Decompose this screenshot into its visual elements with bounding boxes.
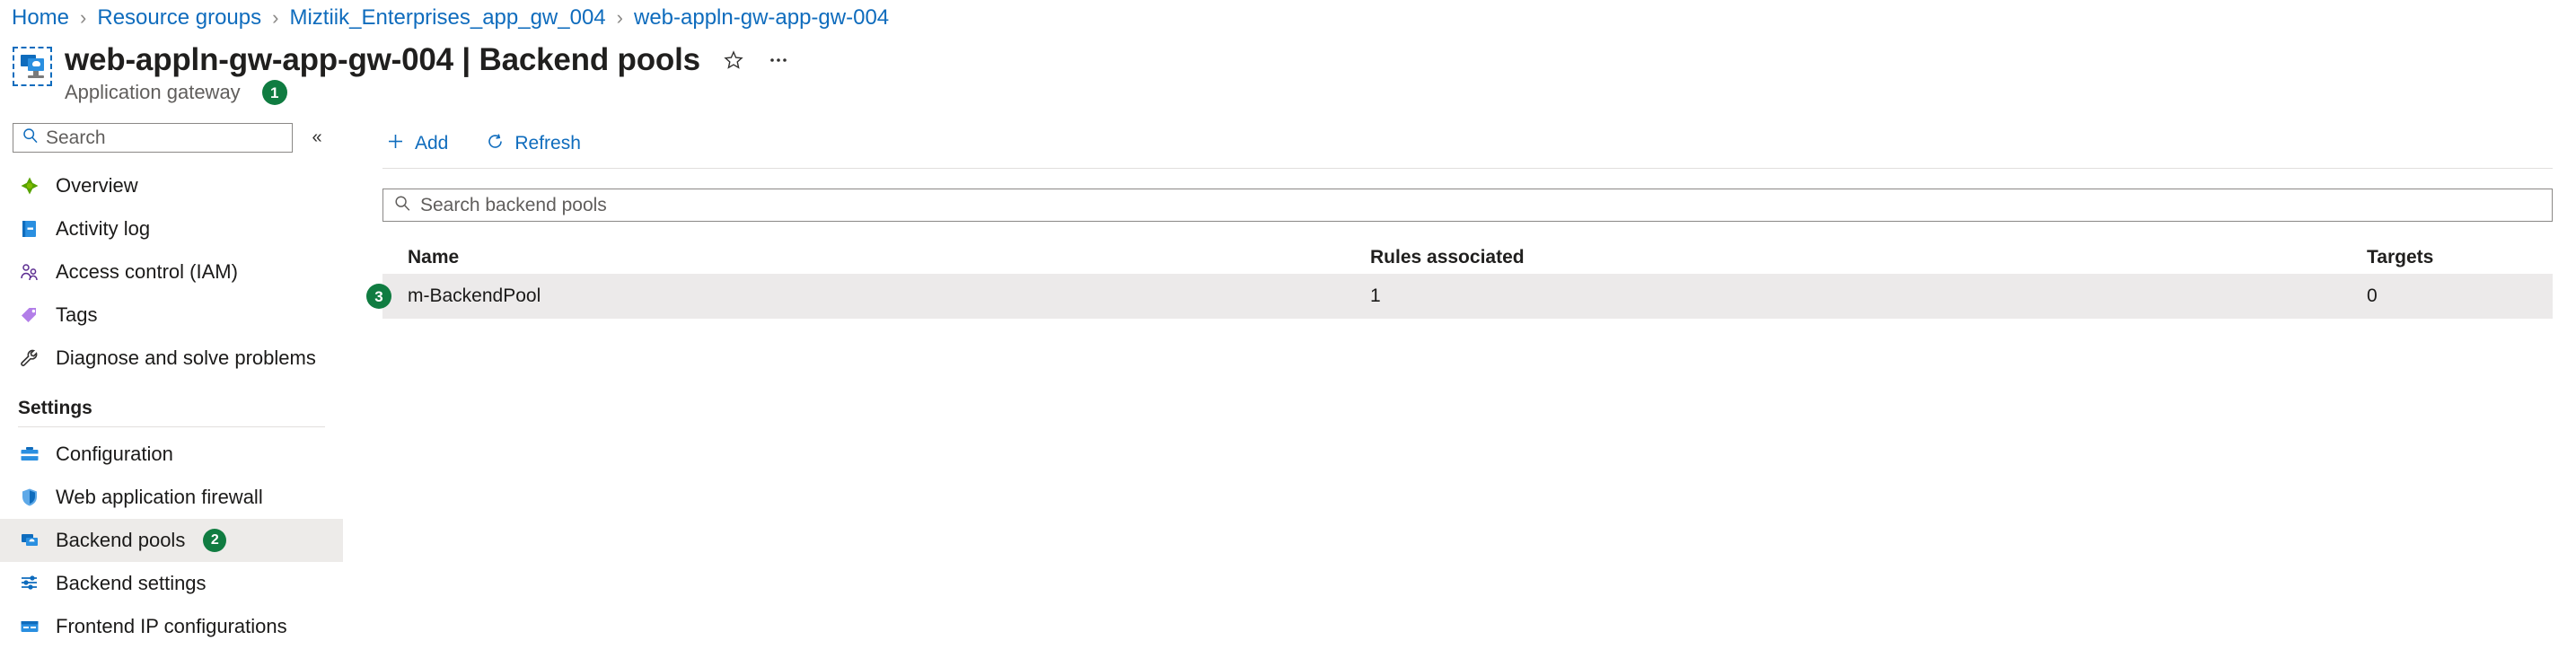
sidebar-item-frontend-ip-configurations[interactable]: Frontend IP configurations	[0, 605, 343, 648]
sidebar-item-access-control[interactable]: Access control (IAM)	[0, 250, 343, 294]
sidebar-item-tags[interactable]: Tags	[0, 294, 343, 337]
sidebar-item-label: Overview	[56, 174, 138, 197]
table-row[interactable]: 3 m-BackendPool 1 0	[366, 274, 2553, 319]
sidebar-item-backend-pools[interactable]: Backend pools 2	[0, 519, 343, 562]
column-header-targets[interactable]: Targets	[2367, 247, 2546, 268]
sidebar-item-label: Frontend IP configurations	[56, 615, 287, 637]
backend-pool-search-field[interactable]	[420, 194, 2552, 216]
tags-icon	[18, 303, 41, 327]
star-outline-icon[interactable]	[720, 47, 747, 74]
cell-name[interactable]: m-BackendPool	[382, 285, 1370, 307]
sidebar-nav-list: Overview Activity log Access control (IA…	[0, 164, 343, 648]
collapse-sidebar-icon[interactable]: «	[305, 127, 329, 150]
backend-pools-table: Name Rules associated Targets 3 m-Backen…	[366, 241, 2553, 319]
sidebar-item-diagnose[interactable]: Diagnose and solve problems	[0, 337, 343, 380]
breadcrumb-item-home[interactable]: Home	[12, 5, 69, 31]
sidebar-item-configuration[interactable]: Configuration	[0, 433, 343, 476]
frontend-ip-icon	[18, 615, 41, 638]
step-badge-1: 1	[261, 80, 287, 105]
step-badge-3: 3	[366, 284, 391, 309]
search-icon	[22, 127, 40, 149]
sidebar-item-label: Configuration	[56, 443, 173, 465]
overview-icon	[18, 174, 41, 197]
sidebar-item-label: Backend pools	[56, 529, 186, 551]
main-content: Add Refresh Name Rules associated Target…	[359, 123, 2576, 658]
page-title: web-appln-gw-app-gw-004 | Backend pools	[65, 42, 700, 77]
refresh-button-label: Refresh	[514, 133, 581, 154]
breadcrumb-item-gateway[interactable]: web-appln-gw-app-gw-004	[634, 5, 889, 31]
table-header-row: Name Rules associated Targets	[382, 241, 2553, 274]
command-bar-divider	[382, 168, 2553, 169]
sidebar-item-label: Diagnose and solve problems	[56, 347, 316, 369]
search-input[interactable]	[13, 123, 293, 153]
sidebar-item-label: Tags	[56, 303, 98, 326]
cell-targets: 0	[2367, 285, 2378, 306]
cell-rules-associated: 1	[1370, 285, 1381, 306]
breadcrumb: Home › Resource groups › Miztiik_Enterpr…	[12, 5, 889, 31]
backend-pool-search-input[interactable]	[382, 189, 2553, 222]
breadcrumb-separator: ›	[80, 6, 87, 29]
sidebar-item-label: Web application firewall	[56, 486, 263, 508]
sidebar-item-overview[interactable]: Overview	[0, 164, 343, 207]
activity-log-icon	[18, 217, 41, 241]
column-header-name[interactable]: Name	[382, 247, 1370, 268]
refresh-icon	[486, 132, 505, 156]
sidebar-item-activity-log[interactable]: Activity log	[0, 207, 343, 250]
step-badge-2: 2	[203, 529, 227, 552]
breadcrumb-separator: ›	[616, 6, 623, 29]
search-icon	[393, 194, 412, 217]
add-button[interactable]: Add	[382, 126, 452, 162]
backend-settings-icon	[18, 572, 41, 595]
plus-icon	[386, 132, 405, 156]
column-header-rules-associated[interactable]: Rules associated	[1370, 247, 2367, 268]
sidebar-item-backend-settings[interactable]: Backend settings	[0, 562, 343, 605]
page-header: web-appln-gw-app-gw-004 | Backend pools …	[13, 41, 792, 105]
ellipsis-icon[interactable]	[765, 47, 792, 74]
sidebar-group-settings: Settings	[18, 398, 92, 418]
refresh-button[interactable]: Refresh	[482, 126, 585, 162]
sidebar-item-label: Access control (IAM)	[56, 260, 238, 283]
shield-icon	[18, 486, 41, 509]
page-subtitle: Application gateway	[65, 81, 241, 103]
sidebar-search-row: «	[0, 123, 343, 153]
sidebar-item-label: Backend settings	[56, 572, 207, 594]
application-gateway-icon	[13, 47, 52, 86]
breadcrumb-separator: ›	[272, 6, 279, 29]
wrench-icon	[18, 347, 41, 370]
search-field[interactable]	[46, 127, 292, 149]
breadcrumb-item-resource-groups[interactable]: Resource groups	[97, 5, 261, 31]
sidebar-item-web-application-firewall[interactable]: Web application firewall	[0, 476, 343, 519]
command-bar: Add Refresh	[359, 123, 2576, 164]
sidebar-item-label: Activity log	[56, 217, 151, 240]
backend-pools-icon	[18, 529, 41, 552]
add-button-label: Add	[415, 133, 449, 154]
configuration-icon	[18, 443, 41, 466]
sidebar: « Overview Activity log	[0, 123, 343, 658]
breadcrumb-item-resource-group[interactable]: Miztiik_Enterprises_app_gw_004	[289, 5, 605, 31]
access-control-icon	[18, 260, 41, 284]
sidebar-divider	[18, 426, 325, 427]
